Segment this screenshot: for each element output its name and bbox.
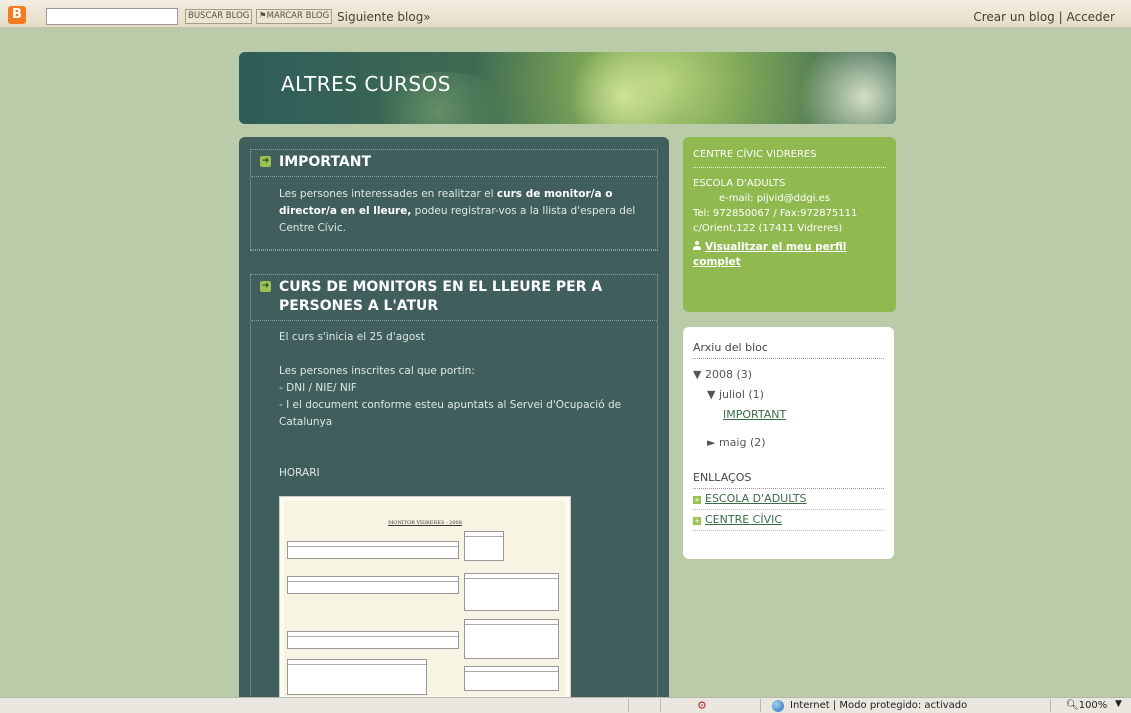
blogger-navbar: B BUSCAR BLOG ⚑MARCAR BLOG Siguiente blo… — [0, 0, 1131, 28]
archive-post-link[interactable]: IMPORTANT — [693, 405, 884, 425]
post-body: Les persones interessades en realitzar e… — [251, 177, 657, 249]
archive-widget: Arxiu del bloc ▼ 2008 (3) ▼ juliol (1) I… — [683, 327, 894, 559]
view-profile-label[interactable]: Visualitzar el meu perfil complet — [693, 241, 846, 268]
archive-tree: ▼ 2008 (3) ▼ juliol (1) IMPORTANT ► maig… — [693, 365, 884, 453]
blogger-logo-icon[interactable]: B — [8, 6, 26, 24]
schedule-table — [464, 619, 559, 659]
schedule-table — [464, 573, 559, 611]
view-profile-link[interactable]: Visualitzar el meu perfil complet — [693, 240, 886, 270]
status-separator — [1050, 699, 1051, 712]
link-escola-adults[interactable]: + ESCOLA D'ADULTS — [693, 489, 884, 510]
schedule-table — [464, 531, 504, 561]
schedule-image-content: MONITOR VIDRERES - 2008 — [284, 501, 566, 696]
navbar-separator: | — [1058, 10, 1063, 24]
schedule-table — [287, 541, 459, 559]
profile-line: ESCOLA D'ADULTS — [693, 178, 786, 189]
post-title: ➜ CURS DE MONITORS EN EL LLEURE PER A PE… — [251, 275, 657, 321]
link-label[interactable]: ESCOLA D'ADULTS — [705, 492, 807, 505]
login-link[interactable]: Acceder — [1066, 10, 1115, 24]
zoom-level[interactable]: 🔍︎100% — [1066, 700, 1107, 711]
profile-tel: Tel: 972850067 / Fax:972875111 — [693, 208, 858, 219]
search-blog-button[interactable]: BUSCAR BLOG — [185, 9, 253, 24]
archive-title: Arxiu del bloc — [693, 341, 884, 359]
post-line: - DNI / NIE/ NIF — [279, 382, 357, 394]
schedule-table — [287, 631, 459, 649]
post-line: El curs s'inicia el 25 d'agost — [279, 331, 425, 343]
profile-address: c/Orient,122 (17411 Vidreres) — [693, 223, 843, 234]
blog-search-input[interactable] — [46, 8, 178, 25]
status-separator — [760, 699, 761, 712]
archive-month-toggle[interactable]: ► maig (2) — [693, 433, 884, 453]
blog-title[interactable]: ALTRES CURSOS — [281, 72, 451, 96]
profile-text: ESCOLA D'ADULTS e-mail: pijvid@ddgi.es T… — [693, 176, 886, 236]
archive-year-toggle[interactable]: ▼ 2008 (3) — [693, 365, 884, 385]
schedule-image-title: MONITOR VIDRERES - 2008 — [388, 520, 462, 526]
next-blog-link[interactable]: Siguiente blog» — [337, 10, 431, 24]
create-blog-link[interactable]: Crear un blog — [973, 10, 1054, 24]
archive-month-toggle[interactable]: ▼ juliol (1) — [693, 385, 884, 405]
link-centre-civic[interactable]: + CENTRE CÍVIC — [693, 510, 884, 531]
post-line: HORARI — [279, 467, 320, 479]
post-body: El curs s'inicia el 25 d'agost Les perso… — [251, 321, 657, 697]
post-title: ➜ IMPORTANT — [251, 150, 657, 177]
header-decoration — [569, 52, 679, 124]
plus-bullet-icon: + — [693, 517, 701, 525]
post-important: ➜ IMPORTANT Les persones interessades en… — [250, 149, 658, 250]
zoom-dropdown-icon[interactable]: ▼ — [1115, 699, 1122, 709]
main-column: ➜ IMPORTANT Les persones interessades en… — [239, 137, 669, 697]
link-label[interactable]: CENTRE CÍVIC — [705, 513, 782, 526]
zoom-icon: 🔍︎ — [1066, 700, 1079, 711]
post-curs-monitors: ➜ CURS DE MONITORS EN EL LLEURE PER A PE… — [250, 274, 658, 697]
arrow-right-icon: ➜ — [260, 281, 271, 292]
globe-icon — [772, 700, 784, 712]
links-title: ENLLAÇOS — [693, 471, 884, 489]
post-line: Les persones inscrites cal que portin: — [279, 365, 475, 377]
post-title-text[interactable]: IMPORTANT — [279, 154, 371, 170]
plus-bullet-icon: + — [693, 496, 701, 504]
profile-email: e-mail: pijvid@ddgi.es — [719, 193, 831, 204]
navbar-right-links: Crear un blog | Acceder — [973, 10, 1115, 24]
post-line: - I el document conforme esteu apuntats … — [279, 399, 622, 428]
protected-mode-icon[interactable]: ⚙ — [697, 699, 711, 712]
status-separator — [628, 699, 629, 712]
profile-title: CENTRE CÍVIC VIDRERES — [693, 149, 886, 168]
zoom-value: 100% — [1078, 700, 1108, 711]
post-body-text: Les persones interessades en realitzar e… — [279, 188, 497, 200]
status-separator — [660, 699, 661, 712]
profile-widget: CENTRE CÍVIC VIDRERES ESCOLA D'ADULTS e-… — [683, 137, 896, 312]
schedule-table — [287, 576, 459, 594]
post-divider — [250, 250, 658, 264]
schedule-table — [464, 666, 559, 691]
schedule-table — [287, 659, 427, 695]
blog-header: ALTRES CURSOS — [239, 52, 896, 124]
arrow-right-icon: ➜ — [260, 156, 271, 167]
security-zone-text[interactable]: Internet | Modo protegido: activado — [790, 700, 967, 711]
header-decoration — [799, 52, 896, 124]
person-icon — [693, 241, 701, 250]
schedule-image[interactable]: MONITOR VIDRERES - 2008 — [279, 496, 571, 697]
post-title-text[interactable]: CURS DE MONITORS EN EL LLEURE PER A PERS… — [279, 279, 602, 314]
flag-blog-button[interactable]: ⚑MARCAR BLOG — [256, 9, 333, 24]
browser-status-bar: ⚙ Internet | Modo protegido: activado 🔍︎… — [0, 697, 1131, 713]
